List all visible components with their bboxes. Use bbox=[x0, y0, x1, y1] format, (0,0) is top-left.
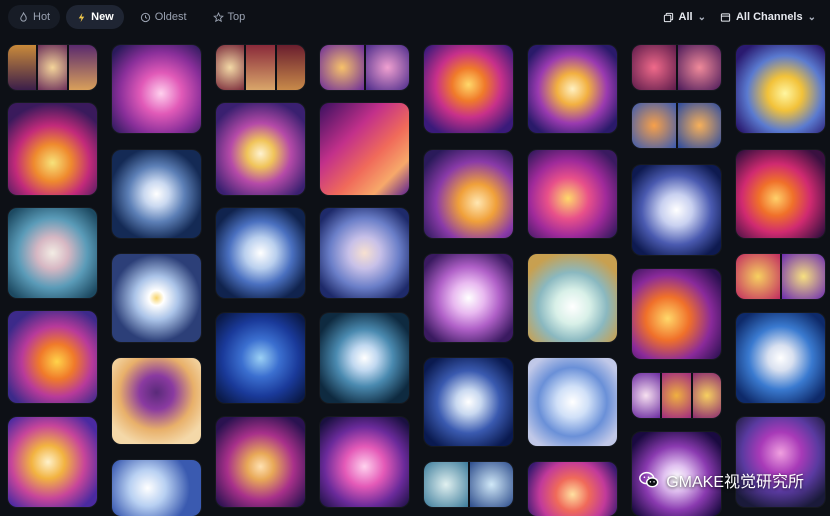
gallery-image[interactable] bbox=[112, 254, 201, 342]
type-filter-dropdown[interactable]: All ⌄ bbox=[663, 11, 706, 23]
gallery-image[interactable] bbox=[320, 103, 409, 195]
tab-new-label: New bbox=[91, 11, 114, 23]
top-toolbar: Hot New Oldest Top All ⌄ All Channels ⌄ bbox=[0, 0, 830, 34]
tab-oldest-label: Oldest bbox=[154, 11, 187, 23]
gallery-image[interactable] bbox=[528, 45, 617, 133]
bolt-icon bbox=[78, 12, 85, 22]
type-filter-label: All bbox=[678, 11, 693, 23]
tab-top[interactable]: Top bbox=[203, 5, 256, 29]
gallery-image[interactable] bbox=[8, 417, 97, 507]
gallery-image[interactable] bbox=[528, 462, 617, 516]
watermark: GMAKE视觉研究所 bbox=[638, 468, 804, 492]
wechat-icon bbox=[639, 471, 659, 488]
chevron-down-icon: ⌄ bbox=[807, 11, 816, 23]
gallery-image[interactable] bbox=[424, 254, 513, 342]
gallery-image[interactable] bbox=[632, 165, 721, 255]
gallery-image[interactable] bbox=[216, 45, 305, 90]
gallery-image[interactable] bbox=[216, 208, 305, 298]
gallery-image[interactable] bbox=[8, 311, 97, 403]
gallery-image[interactable] bbox=[528, 254, 617, 342]
gallery-image[interactable] bbox=[112, 358, 201, 444]
copy-icon bbox=[663, 12, 673, 22]
gallery-image[interactable] bbox=[112, 460, 201, 516]
gallery-image[interactable] bbox=[320, 417, 409, 507]
gallery-image[interactable] bbox=[216, 313, 305, 403]
star-icon bbox=[212, 11, 224, 22]
sort-tabs: Hot New Oldest Top bbox=[8, 5, 255, 29]
gallery-image[interactable] bbox=[736, 254, 825, 299]
gallery-image[interactable] bbox=[736, 313, 825, 403]
gallery-image[interactable] bbox=[424, 462, 513, 507]
tab-hot[interactable]: Hot bbox=[8, 5, 61, 29]
channel-filter-label: All Channels bbox=[735, 11, 803, 23]
gallery-image[interactable] bbox=[112, 150, 201, 238]
gallery-image[interactable] bbox=[424, 45, 513, 133]
gallery-image[interactable] bbox=[632, 269, 721, 359]
gallery-image[interactable] bbox=[632, 45, 721, 90]
gallery-image[interactable] bbox=[528, 150, 617, 238]
watermark-text: GMAKE视觉研究所 bbox=[666, 474, 804, 491]
tab-top-label: Top bbox=[227, 11, 246, 23]
gallery-image[interactable] bbox=[424, 358, 513, 446]
gallery-image[interactable] bbox=[424, 150, 513, 238]
flame-icon bbox=[20, 11, 27, 22]
tab-new[interactable]: New bbox=[66, 5, 124, 29]
gallery-image[interactable] bbox=[8, 45, 97, 90]
channel-filter-dropdown[interactable]: All Channels ⌄ bbox=[720, 11, 816, 23]
filter-bar: All ⌄ All Channels ⌄ bbox=[663, 11, 822, 23]
gallery-image[interactable] bbox=[736, 150, 825, 238]
gallery-image[interactable] bbox=[736, 45, 825, 133]
gallery-image[interactable] bbox=[8, 208, 97, 298]
gallery-image[interactable] bbox=[320, 45, 409, 90]
gallery-image[interactable] bbox=[320, 208, 409, 298]
gallery-image[interactable] bbox=[632, 103, 721, 148]
gallery-image[interactable] bbox=[216, 103, 305, 195]
clock-icon bbox=[140, 12, 150, 22]
gallery-image[interactable] bbox=[736, 417, 825, 507]
gallery-image[interactable] bbox=[216, 417, 305, 507]
gallery-image[interactable] bbox=[320, 313, 409, 403]
gallery-image[interactable] bbox=[632, 373, 721, 418]
gallery-image[interactable] bbox=[112, 45, 201, 133]
folder-icon bbox=[720, 12, 731, 22]
tab-oldest[interactable]: Oldest bbox=[130, 5, 197, 29]
tab-hot-label: Hot bbox=[33, 11, 51, 23]
chevron-down-icon: ⌄ bbox=[697, 11, 706, 23]
gallery-image[interactable] bbox=[8, 103, 97, 195]
gallery-image[interactable] bbox=[528, 358, 617, 446]
